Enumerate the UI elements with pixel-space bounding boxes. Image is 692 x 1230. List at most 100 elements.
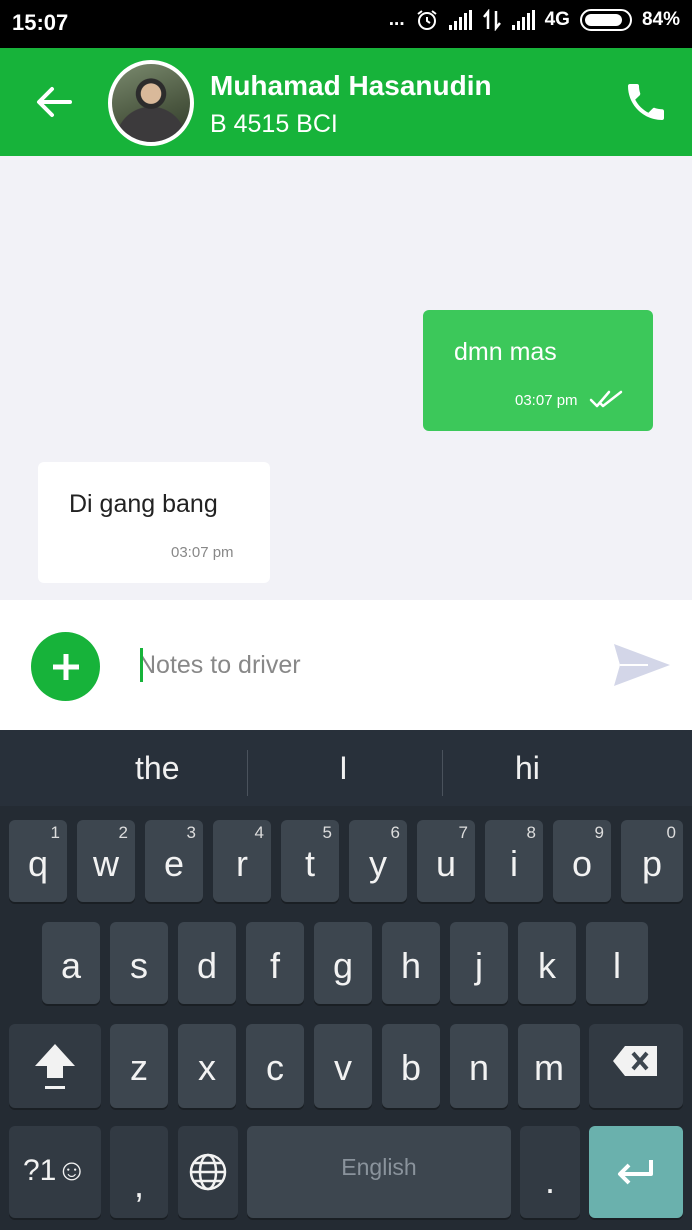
key-hint: 0 — [666, 823, 676, 842]
key-n[interactable]: n — [450, 1024, 508, 1108]
key-label: , — [133, 1164, 144, 1205]
key-label: ?1☺ — [23, 1154, 87, 1187]
suggestion-bar: the I hi — [0, 730, 692, 806]
key-x[interactable]: x — [178, 1024, 236, 1108]
shift-key[interactable] — [9, 1024, 101, 1108]
key-i[interactable]: 8i — [485, 820, 543, 902]
key-label: r — [236, 843, 248, 884]
back-arrow-icon[interactable] — [34, 78, 74, 126]
key-m[interactable]: m — [518, 1024, 580, 1108]
key-t[interactable]: 5t — [281, 820, 339, 902]
vehicle-plate: B 4515 BCI — [210, 110, 338, 138]
suggestion-divider — [247, 750, 248, 796]
enter-key[interactable] — [589, 1126, 683, 1218]
outgoing-message[interactable]: dmn mas 03:07 pm — [423, 310, 653, 431]
key-label: h — [400, 945, 422, 986]
network-type: 4G — [544, 9, 570, 30]
key-hint: 8 — [526, 823, 536, 842]
key-l[interactable]: l — [586, 922, 648, 1004]
key-label: k — [538, 945, 556, 986]
key-q[interactable]: 1q — [9, 820, 67, 902]
send-icon[interactable] — [612, 640, 672, 690]
message-input-bar — [0, 600, 692, 730]
globe-icon — [189, 1153, 227, 1191]
key-label: q — [27, 843, 49, 884]
phone-icon[interactable] — [622, 78, 670, 126]
key-a[interactable]: a — [42, 922, 100, 1004]
key-label: w — [93, 843, 119, 884]
message-text: dmn mas — [454, 338, 557, 366]
symbols-key[interactable]: ?1☺ — [9, 1126, 101, 1218]
key-label: j — [475, 945, 483, 986]
key-label: m — [534, 1047, 564, 1088]
key-hint: 7 — [458, 823, 468, 842]
key-label: t — [304, 843, 315, 884]
driver-avatar[interactable] — [108, 60, 194, 146]
data-transfer-icon — [482, 9, 501, 31]
key-z[interactable]: z — [110, 1024, 168, 1108]
key-p[interactable]: 0p — [621, 820, 683, 902]
key-label: n — [468, 1047, 490, 1088]
period-key[interactable]: . — [520, 1126, 580, 1218]
key-d[interactable]: d — [178, 922, 236, 1004]
chat-header: Muhamad Hasanudin B 4515 BCI — [0, 48, 692, 156]
key-v[interactable]: v — [314, 1024, 372, 1108]
signal-icon-2 — [511, 10, 535, 30]
key-hint: 4 — [254, 823, 264, 842]
key-j[interactable]: j — [450, 922, 508, 1004]
key-u[interactable]: 7u — [417, 820, 475, 902]
key-label: f — [269, 945, 280, 986]
driver-name: Muhamad Hasanudin — [210, 70, 492, 101]
signal-icon — [448, 10, 472, 30]
notes-input[interactable] — [138, 645, 558, 685]
key-e[interactable]: 3e — [145, 820, 203, 902]
language-key[interactable] — [178, 1126, 238, 1218]
double-check-icon — [589, 390, 623, 408]
space-key[interactable]: English — [247, 1126, 511, 1218]
message-time: 03:07 pm — [515, 392, 578, 409]
chat-area[interactable]: dmn mas 03:07 pm Di gang bang 03:07 pm — [0, 156, 692, 600]
key-label: u — [435, 843, 457, 884]
backspace-key[interactable] — [589, 1024, 683, 1108]
suggestion-item[interactable]: I — [339, 750, 348, 787]
key-hint: 5 — [322, 823, 332, 842]
key-y[interactable]: 6y — [349, 820, 407, 902]
battery-icon — [579, 9, 632, 31]
key-r[interactable]: 4r — [213, 820, 271, 902]
key-label: English — [341, 1154, 417, 1180]
key-hint: 6 — [390, 823, 400, 842]
add-attachment-button[interactable] — [31, 632, 100, 701]
key-label: o — [571, 843, 593, 884]
key-hint: 3 — [186, 823, 196, 842]
status-time: 15:07 — [12, 10, 69, 35]
comma-key[interactable]: , — [110, 1126, 168, 1218]
notification-dots: ... — [388, 9, 405, 30]
key-label: e — [163, 843, 185, 884]
message-time: 03:07 pm — [171, 544, 234, 561]
key-b[interactable]: b — [382, 1024, 440, 1108]
battery-percent: 84% — [641, 9, 680, 30]
suggestion-item[interactable]: hi — [515, 750, 540, 787]
soft-keyboard: the I hi 1q 2w 3e 4r 5t 6y 7u 8i 9o 0p a… — [0, 730, 692, 1230]
suggestion-divider — [442, 750, 443, 796]
key-label: i — [510, 843, 518, 884]
key-label: s — [130, 945, 148, 986]
incoming-message[interactable]: Di gang bang 03:07 pm — [38, 462, 270, 583]
suggestion-item[interactable]: the — [135, 750, 179, 787]
key-hint: 2 — [118, 823, 128, 842]
key-c[interactable]: c — [246, 1024, 304, 1108]
key-k[interactable]: k — [518, 922, 576, 1004]
key-o[interactable]: 9o — [553, 820, 611, 902]
key-hint: 9 — [594, 823, 604, 842]
key-s[interactable]: s — [110, 922, 168, 1004]
key-label: z — [130, 1047, 148, 1088]
key-h[interactable]: h — [382, 922, 440, 1004]
key-label: . — [544, 1160, 555, 1201]
shift-icon — [35, 1044, 75, 1089]
key-label: b — [400, 1047, 422, 1088]
enter-icon — [618, 1160, 653, 1185]
key-label: x — [198, 1047, 216, 1088]
key-f[interactable]: f — [246, 922, 304, 1004]
key-g[interactable]: g — [314, 922, 372, 1004]
key-w[interactable]: 2w — [77, 820, 135, 902]
